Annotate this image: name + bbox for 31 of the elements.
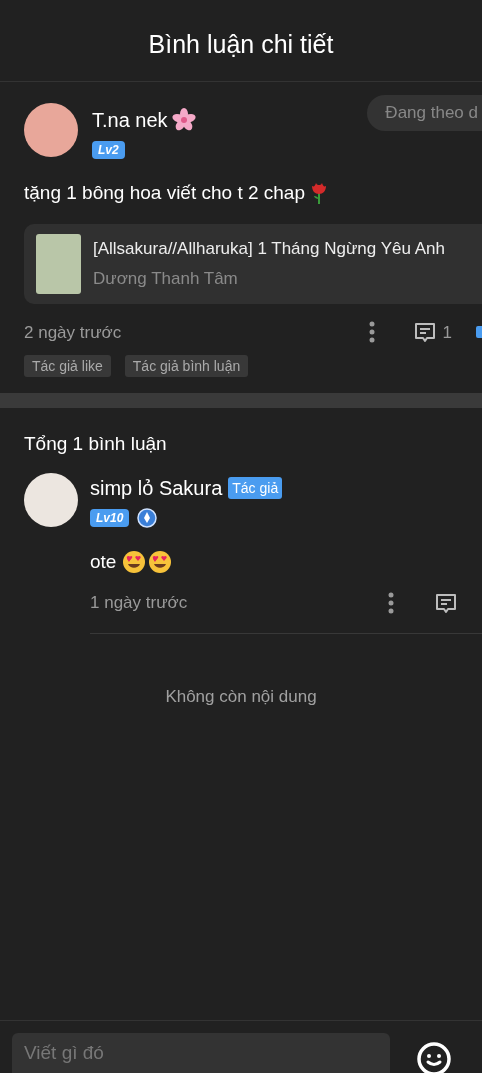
username[interactable]: T.na nek [92,105,168,135]
level-badge: Lv2 [92,141,125,159]
rose-icon [309,181,329,206]
timestamp: 2 ngày trước [24,321,122,344]
emoji-icon[interactable] [416,1041,452,1073]
book-cover [36,233,81,294]
page-title: Bình luận chi tiết [148,28,334,60]
comment-text: tặng 1 bông hoa viết cho t 2 chap [24,181,305,205]
reply-count: 1 [442,321,452,344]
tag: Tác giả bình luận [124,355,249,377]
book-author: Dương Thanh Tâm [93,267,239,290]
book-title: [Allsakura//Allharuka] 1 Tháng Ngừng Yêu Anh [93,238,445,260]
level-badge: Lv10 [90,508,130,527]
comment-text: ote [90,549,117,574]
following-button[interactable]: Đang theo d [367,95,482,131]
avatar[interactable] [24,103,78,157]
heart-eyes-emoji-icon [148,549,173,574]
heart-eyes-emoji-icon [122,549,147,574]
author-badge: Tác giả [228,476,283,499]
comment-count: Tổng 1 bình luận [24,433,167,454]
avatar[interactable] [24,472,78,527]
more-options-icon[interactable] [388,591,394,614]
comment-icon[interactable] [412,320,437,345]
more-options-icon[interactable] [368,321,375,344]
end-of-content-text: Không còn nội dung [165,685,317,708]
tag: Tác giả like [24,355,111,377]
flower-icon [171,108,196,132]
comment-input[interactable]: Viết gì đó [12,1033,390,1073]
username[interactable]: simp lỏ Sakura [90,472,223,503]
book-card[interactable]: [Allsakura//Allharuka] 1 Tháng Ngừng Yêu Anh Dương Thanh Tâm [24,223,482,304]
timestamp: 1 ngày trước [90,592,188,614]
